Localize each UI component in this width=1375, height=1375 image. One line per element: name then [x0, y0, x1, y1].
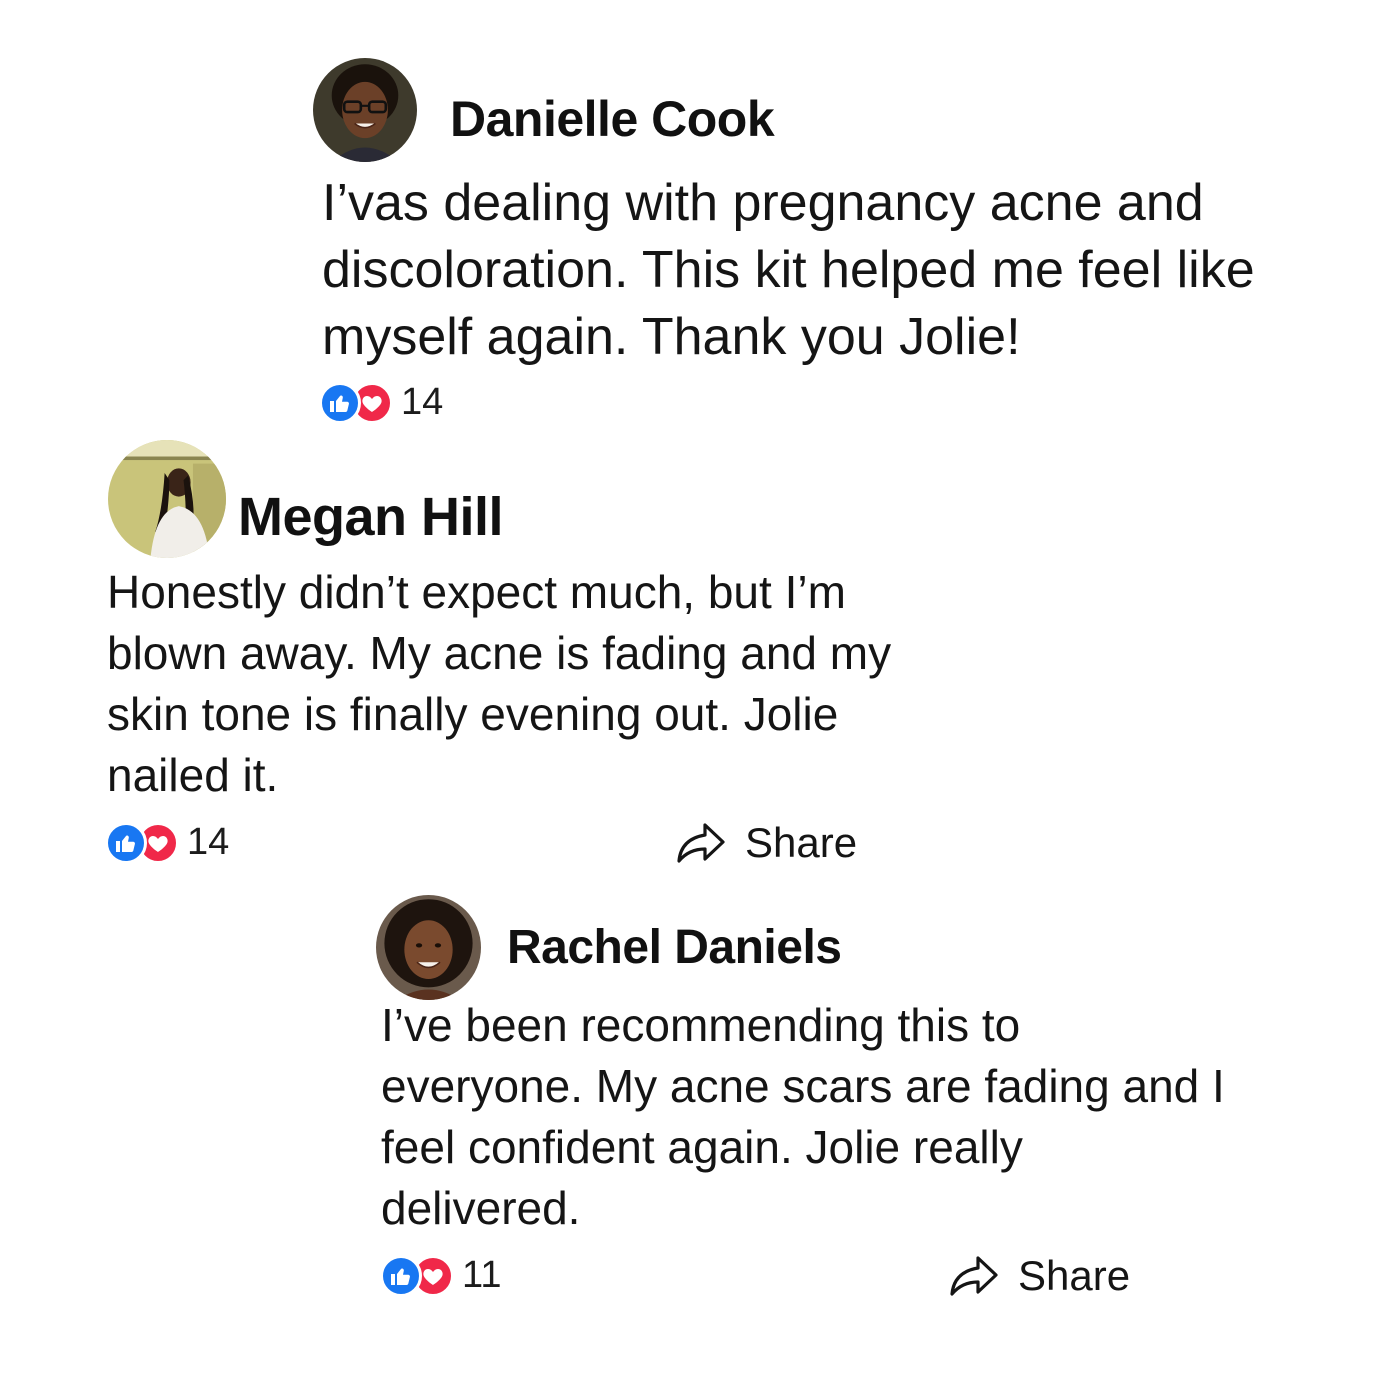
share-button[interactable]: Share [675, 819, 857, 867]
reactions[interactable]: 14 [319, 381, 443, 424]
avatar[interactable] [313, 58, 417, 162]
author-name[interactable]: Danielle Cook [450, 90, 775, 148]
reaction-count: 14 [187, 821, 230, 863]
avatar[interactable] [376, 895, 481, 1000]
share-button[interactable]: Share [948, 1252, 1130, 1300]
author-name[interactable]: Rachel Daniels [507, 920, 842, 975]
like-icon [380, 1254, 422, 1297]
share-label: Share [745, 819, 858, 866]
share-label: Share [1018, 1252, 1131, 1299]
reactions[interactable]: 11 [380, 1254, 501, 1297]
share-arrow-icon [948, 1254, 1018, 1298]
reaction-count: 14 [401, 381, 444, 423]
comment-text: I’vas dealing with pregnancy acne and di… [322, 174, 1255, 366]
share-arrow-icon [675, 821, 745, 865]
author-name[interactable]: Megan Hill [238, 486, 504, 548]
reaction-count: 11 [462, 1254, 502, 1296]
reactions[interactable]: 14 [105, 821, 229, 864]
avatar[interactable] [108, 440, 226, 558]
like-icon [319, 381, 361, 424]
like-icon [105, 821, 147, 864]
comment-text: I’ve been recommending this to everyone.… [381, 999, 1225, 1234]
comment-text: Honestly didn’t expect much, but I’m blo… [107, 566, 892, 801]
